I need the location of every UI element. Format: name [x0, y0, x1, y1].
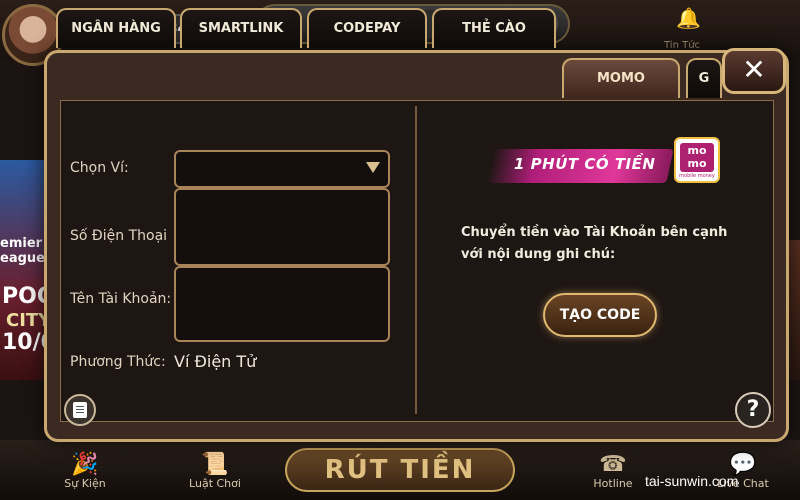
tab-momo[interactable]: MOMO [562, 58, 680, 98]
banner-line1: emier [0, 236, 43, 251]
nav-label-events: Sự Kiện [64, 477, 106, 490]
tab-codepay[interactable]: CODEPAY [307, 8, 427, 48]
tab-more[interactable]: G [686, 58, 722, 98]
tab-smartlink[interactable]: SMARTLINK [180, 8, 302, 48]
history-button[interactable] [64, 394, 96, 426]
transfer-instructions: Chuyển tiền vào Tài Khoản bên cạnh với n… [461, 225, 728, 262]
momo-logo-text: mo mo [680, 143, 714, 172]
momo-logo-line1: mo [687, 144, 707, 157]
withdraw-button[interactable]: RÚT TIỀN [285, 448, 515, 492]
rules-icon: 📜 [201, 452, 229, 477]
wallet-select[interactable] [174, 150, 390, 188]
watermark: tai-sunwin.com [645, 473, 739, 489]
phone-icon: ☎ [599, 452, 627, 477]
nav-label-hotline: Hotline [593, 477, 633, 490]
nav-label-rules: Luật Chơi [189, 477, 241, 490]
nav-item-hotline[interactable]: ☎ Hotline [578, 452, 648, 490]
phone-label: Số Điện Thoại [70, 228, 168, 244]
banner-line2: eague [0, 251, 45, 266]
tab-scratch-card[interactable]: THẺ CÀO [432, 8, 556, 48]
banner-text: emier eague [0, 236, 45, 266]
method-label: Phương Thức: [70, 354, 166, 370]
party-icon: 🎉 [71, 452, 99, 477]
account-name-label: Tên Tài Khoản: [70, 291, 172, 307]
momo-logo-line2: mo [687, 157, 707, 170]
tab-bank[interactable]: NGÂN HÀNG [56, 8, 176, 48]
promo-text: 1 PHÚT CÓ TIỀN [514, 155, 656, 173]
account-name-field[interactable] [174, 266, 390, 342]
nav-item-events[interactable]: 🎉 Sự Kiện [50, 452, 120, 490]
momo-logo: mo mo mobile money [674, 137, 720, 183]
phone-field[interactable] [174, 188, 390, 266]
nav-item-rules[interactable]: 📜 Luật Chơi [180, 452, 250, 490]
help-button[interactable]: ? [735, 392, 771, 428]
wallet-label: Chọn Ví: [70, 160, 129, 176]
create-code-button[interactable]: TẠO CODE [543, 293, 657, 337]
method-value: Ví Điện Tử [174, 352, 257, 371]
promo-banner: 1 PHÚT CÓ TIỀN mo mo mobile money [480, 135, 730, 195]
bell-icon[interactable]: 🔔 [676, 6, 701, 30]
chevron-down-icon [366, 162, 380, 173]
momo-logo-sub: mobile money [679, 173, 715, 179]
document-icon [73, 402, 87, 418]
close-button[interactable]: ✕ [722, 48, 786, 94]
column-divider [415, 106, 417, 414]
